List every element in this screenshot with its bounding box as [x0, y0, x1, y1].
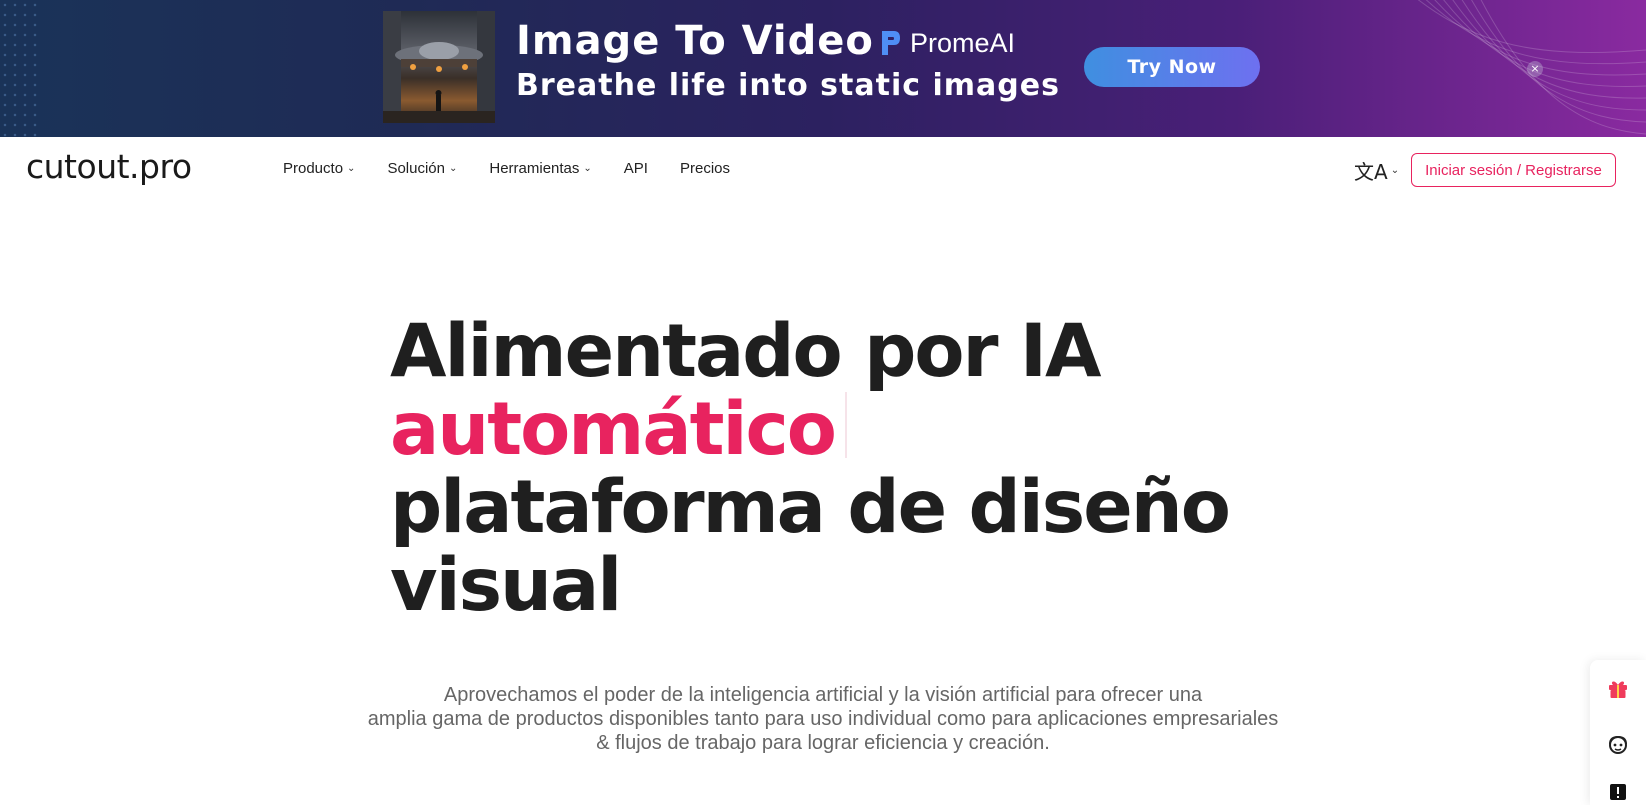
support-agent-icon[interactable] — [1606, 733, 1630, 757]
nav-item-label: API — [623, 160, 648, 177]
nav-menu: Producto ⌄ Solución ⌄ Herramientas ⌄ API… — [283, 160, 762, 177]
language-selector[interactable]: 文A ⌄ — [1354, 156, 1399, 185]
floating-side-widget — [1590, 660, 1646, 805]
nav-item-producto[interactable]: Producto ⌄ — [283, 160, 355, 177]
banner-wave-decoration — [1417, 0, 1646, 135]
login-register-button[interactable]: Iniciar sesión / Registrarse — [1411, 153, 1616, 187]
close-banner-icon[interactable]: × — [1527, 61, 1543, 77]
cutout-pro-logo[interactable]: cutout.pro — [26, 147, 192, 186]
promeai-logo-icon — [882, 31, 900, 55]
promo-title: Image To Video — [516, 18, 874, 64]
translate-icon: 文A — [1354, 160, 1388, 184]
nav-item-herramientas[interactable]: Herramientas ⌄ — [489, 160, 591, 177]
chevron-down-icon: ⌄ — [583, 163, 592, 174]
hero-heading: Alimentado por IA automático plataforma … — [390, 309, 1231, 628]
hero-line-3: plataforma de diseño — [390, 465, 1231, 550]
try-now-button[interactable]: Try Now — [1084, 47, 1260, 87]
hero-description-line: amplia gama de productos disponibles tan… — [367, 708, 1279, 730]
hero-description: Aprovechamos el poder de la inteligencia… — [250, 683, 1396, 755]
feedback-icon[interactable] — [1606, 780, 1630, 804]
nav-item-solucion[interactable]: Solución ⌄ — [387, 160, 457, 177]
nav-item-precios[interactable]: Precios — [680, 160, 730, 177]
nav-item-label: Precios — [679, 160, 731, 177]
hero-line-1: Alimentado por IA — [390, 309, 1102, 394]
promeai-brand: PromeAI — [878, 27, 1015, 59]
hero-description-line: & flujos de trabajo para lograr eficienc… — [596, 732, 1050, 754]
hero-accent-word: automático — [390, 387, 837, 472]
gift-icon[interactable] — [1606, 676, 1630, 700]
banner-dot-pattern — [0, 0, 40, 137]
promo-thumbnail-image — [383, 11, 495, 123]
chevron-down-icon: ⌄ — [347, 163, 356, 174]
nav-item-label: Herramientas — [489, 160, 580, 177]
hero-line-4: visual — [390, 543, 622, 628]
chevron-down-icon: ⌄ — [448, 163, 458, 174]
typing-cursor — [844, 392, 847, 458]
nav-item-label: Solución — [387, 160, 445, 177]
chevron-down-icon: ⌄ — [1390, 165, 1400, 176]
nav-item-label: Producto — [283, 160, 344, 177]
promo-subtitle: Breathe life into static images — [516, 68, 1060, 103]
main-navigation: cutout.pro Producto ⌄ Solución ⌄ Herrami… — [0, 137, 1646, 201]
promo-banner[interactable]: Image To Video PromeAI Breathe life into… — [0, 0, 1646, 137]
promeai-name: PromeAI — [910, 27, 1016, 58]
hero-line-accent: automático — [390, 391, 1229, 469]
nav-item-api[interactable]: API — [624, 160, 648, 177]
hero-description-line: Aprovechamos el poder de la inteligencia… — [443, 684, 1203, 706]
